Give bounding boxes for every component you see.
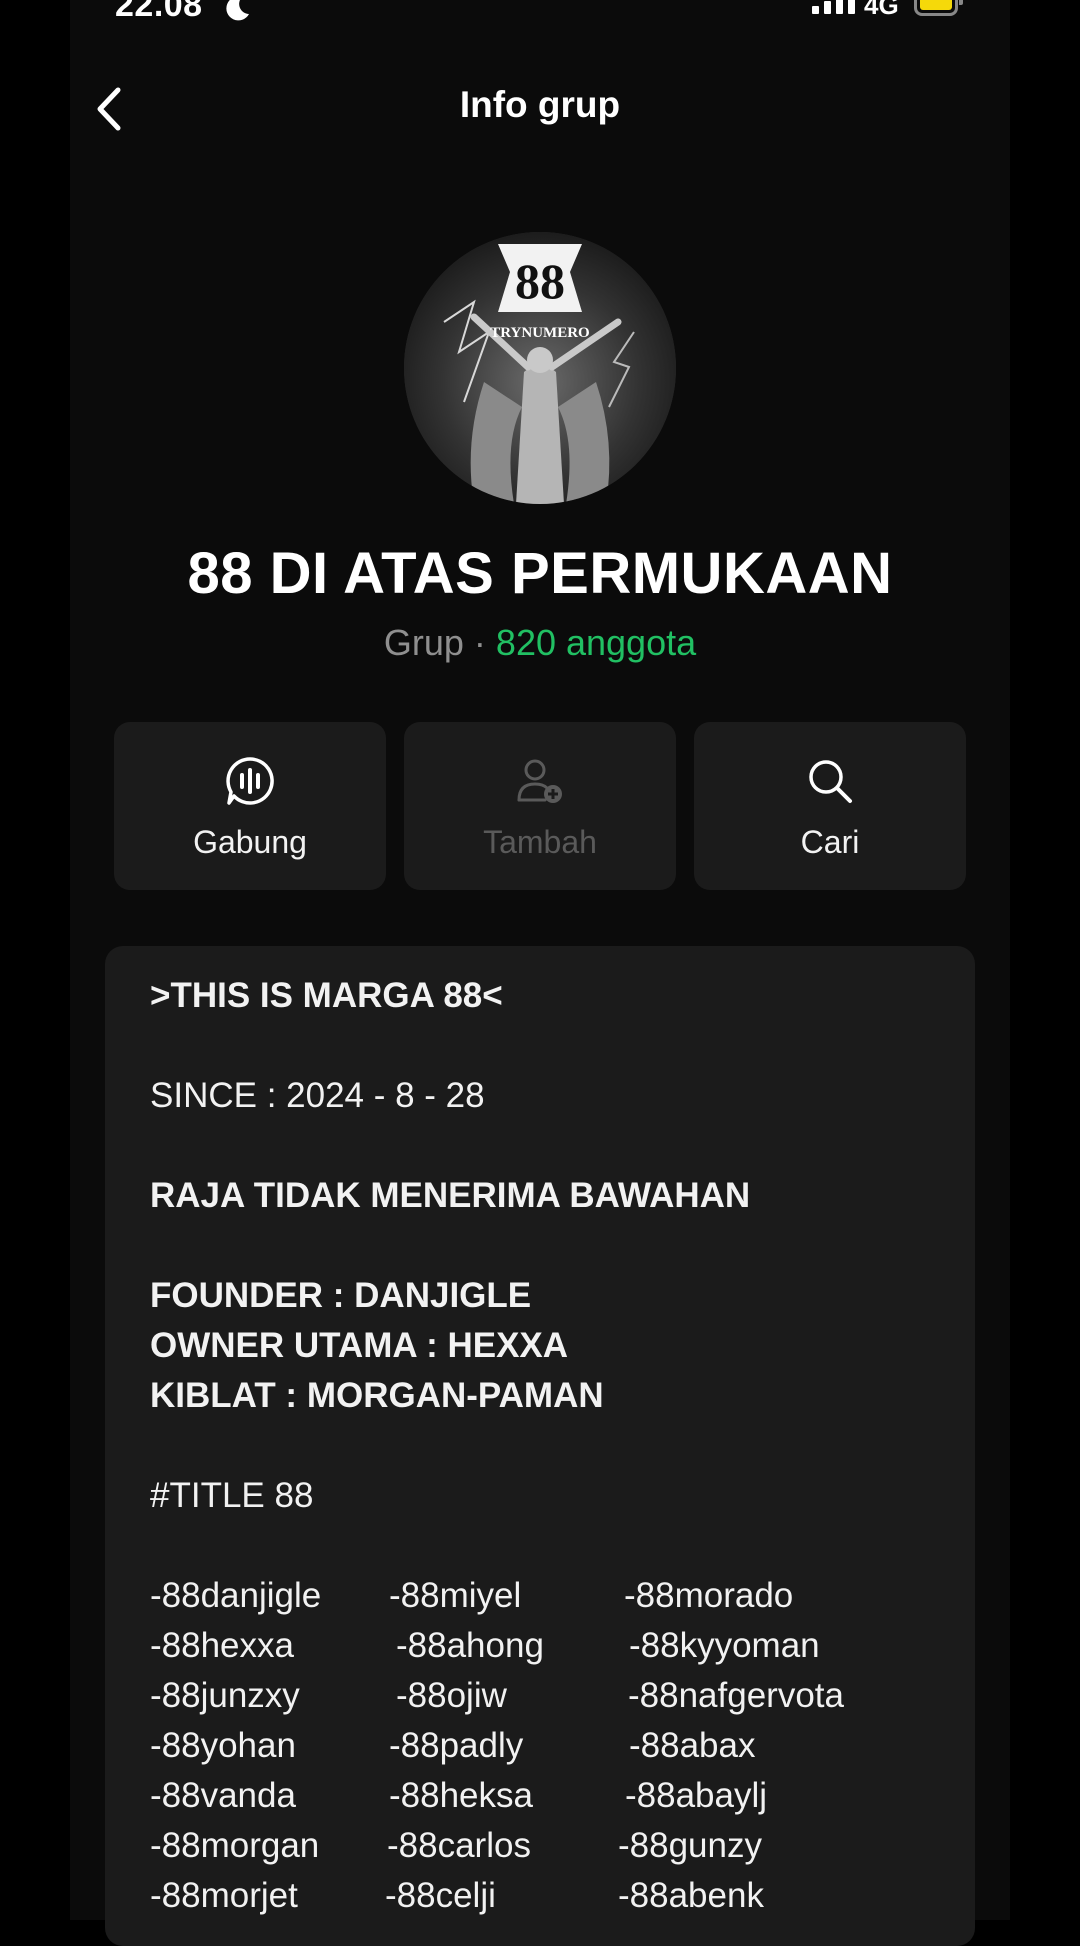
add-person-icon — [517, 759, 562, 803]
network-label: 4G — [864, 0, 899, 20]
description-kiblat: KIBLAT : MORGAN-PAMAN — [150, 1376, 604, 1415]
member-name: -88abenk — [618, 1876, 764, 1915]
member-name: -88heksa — [389, 1776, 533, 1815]
group-subtitle: Grup · 820 anggota — [0, 622, 1080, 664]
description-since: SINCE : 2024 - 8 - 28 — [150, 1076, 485, 1115]
member-name: -88nafgervota — [628, 1676, 844, 1715]
member-name: -88danjigle — [150, 1576, 322, 1615]
signal-icon — [812, 0, 855, 14]
battery-icon — [914, 0, 963, 16]
description-founder: FOUNDER : DANJIGLE — [150, 1276, 532, 1315]
member-name: -88miyel — [389, 1576, 522, 1615]
group-name: 88 DI ATAS PERMUKAAN — [187, 541, 893, 606]
avatar-logo-text: 88 — [515, 253, 565, 309]
search-button[interactable]: Cari — [694, 722, 966, 890]
member-name: -88vanda — [150, 1776, 296, 1815]
member-name: -88morgan — [150, 1826, 320, 1865]
member-name: -88morado — [624, 1576, 794, 1615]
member-name: -88gunzy — [618, 1826, 762, 1865]
moon-icon — [226, 0, 249, 21]
add-member-button[interactable]: Tambah — [404, 722, 676, 890]
search-label: Cari — [800, 824, 860, 860]
description-motto: RAJA TIDAK MENERIMA BAWAHAN — [150, 1176, 751, 1215]
member-name: -88carlos — [387, 1826, 531, 1865]
voice-chat-icon — [226, 757, 274, 805]
member-name: -88ahong — [396, 1626, 544, 1665]
description-title-tag: #TITLE 88 — [150, 1476, 314, 1515]
member-name: -88abaylj — [625, 1776, 768, 1815]
member-name: -88hexxa — [150, 1626, 294, 1665]
member-name: -88yohan — [150, 1726, 296, 1765]
member-name: -88morjet — [150, 1876, 298, 1915]
avatar-image: 88 TRYNUMERO — [404, 232, 676, 504]
status-time: 22.08 — [115, 0, 203, 24]
member-name: -88padly — [389, 1726, 524, 1765]
description-heading: >THIS IS MARGA 88< — [150, 976, 503, 1015]
description-owner: OWNER UTAMA : HEXXA — [150, 1326, 569, 1365]
search-icon — [809, 760, 852, 803]
member-name: -88abax — [629, 1726, 756, 1765]
add-label: Tambah — [483, 824, 597, 860]
member-name: -88celji — [385, 1876, 496, 1915]
group-avatar[interactable]: 88 TRYNUMERO — [404, 232, 676, 504]
member-name: -88junzxy — [150, 1676, 300, 1715]
member-name: -88kyyoman — [629, 1626, 820, 1665]
member-count[interactable]: 820 anggota — [496, 622, 696, 663]
group-type: Grup · — [383, 622, 486, 663]
member-name: -88ojiw — [396, 1676, 507, 1715]
avatar-logo-subtext: TRYNUMERO — [490, 325, 589, 341]
page-title: Info grup — [459, 84, 621, 125]
join-label: Gabung — [193, 824, 307, 860]
join-voice-button[interactable]: Gabung — [114, 722, 386, 890]
